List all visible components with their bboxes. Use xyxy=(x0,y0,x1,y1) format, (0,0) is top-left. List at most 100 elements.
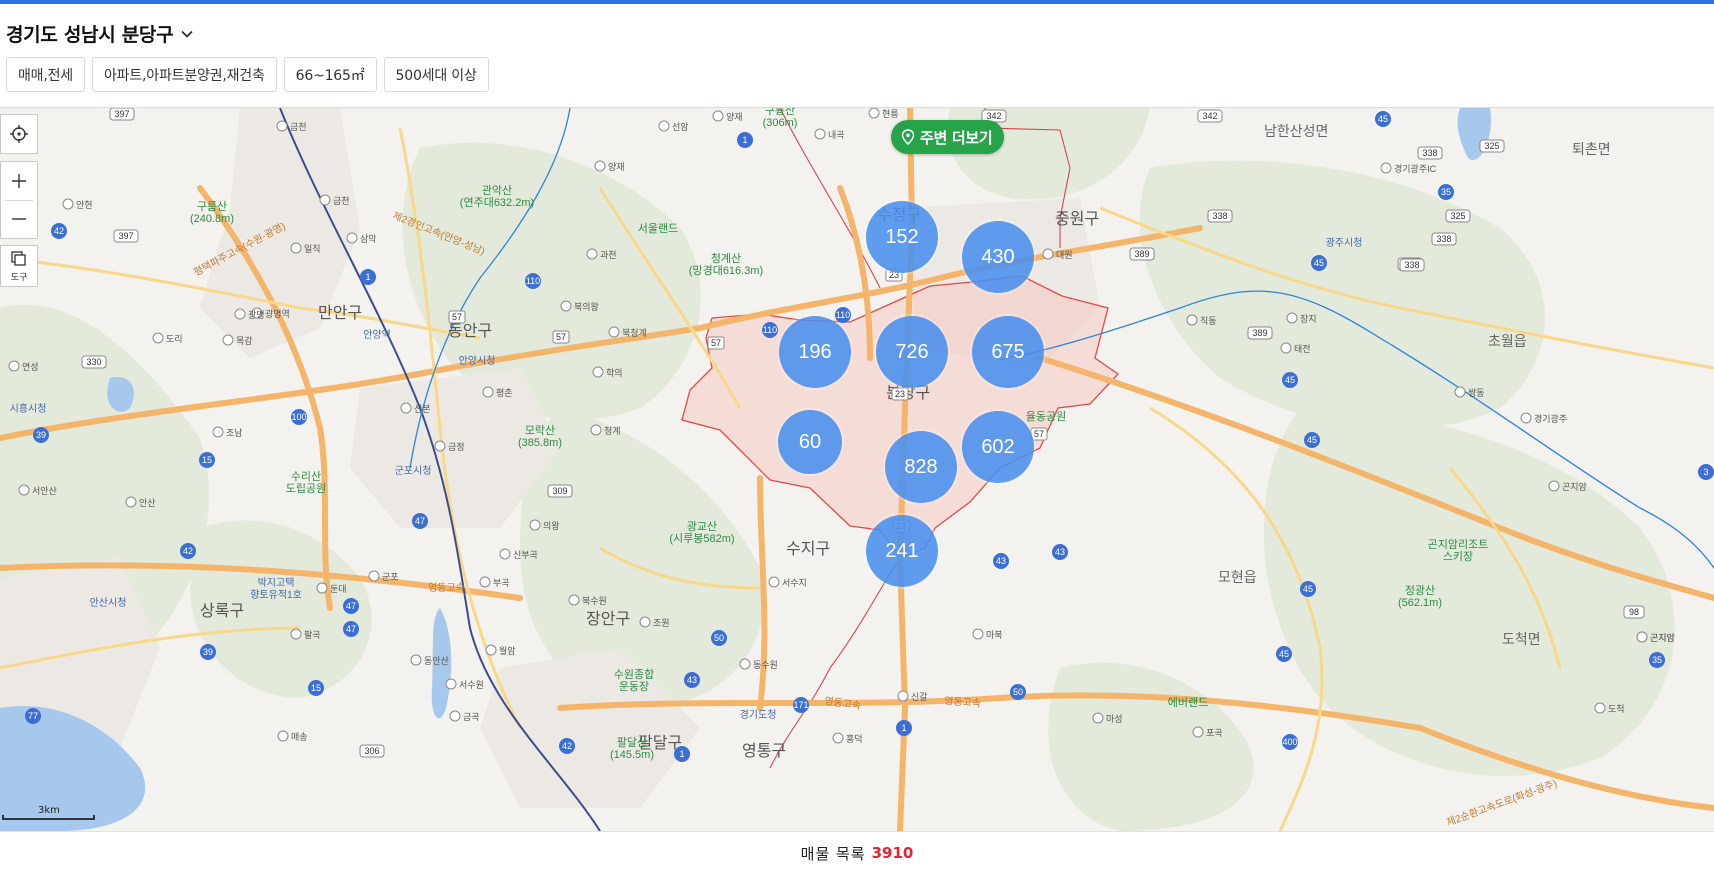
svg-text:신갈: 신갈 xyxy=(911,692,928,702)
svg-text:42: 42 xyxy=(562,741,572,751)
svg-text:110: 110 xyxy=(526,276,540,286)
cluster-marker[interactable]: 152 xyxy=(866,201,938,273)
map-base: 수정구 중원구 분당구 수지구 만안구 동안구 상록구 장안구 영통구 팔달구 … xyxy=(0,108,1714,831)
cluster-marker[interactable]: 60 xyxy=(778,410,842,474)
svg-text:50: 50 xyxy=(1013,687,1023,697)
svg-text:삼막: 삼막 xyxy=(360,234,377,244)
svg-text:110: 110 xyxy=(836,310,850,320)
cluster-count: 675 xyxy=(991,340,1025,363)
svg-text:곤지암: 곤지암 xyxy=(1562,481,1587,492)
office-label: 박지고택 xyxy=(258,577,295,589)
svg-text:직동: 직동 xyxy=(1200,316,1217,326)
park-label: 율동공원 xyxy=(1026,410,1066,423)
svg-text:연성: 연성 xyxy=(22,362,39,372)
svg-text:장지: 장지 xyxy=(1300,314,1317,324)
svg-text:흥덕: 흥덕 xyxy=(846,733,863,744)
svg-text:23: 23 xyxy=(895,389,905,399)
svg-text:금천: 금천 xyxy=(333,196,350,206)
svg-text:100: 100 xyxy=(291,412,306,422)
svg-text:330: 330 xyxy=(86,357,101,367)
cluster-marker[interactable]: 241 xyxy=(866,515,938,587)
filter-property-type[interactable]: 아파트,아파트분양권,재건축 xyxy=(91,57,277,92)
district-label: 중원구 xyxy=(1055,210,1099,228)
district-label: 영통구 xyxy=(742,742,786,760)
svg-text:부곡: 부곡 xyxy=(493,578,510,588)
locate-button[interactable] xyxy=(0,114,38,154)
svg-text:북청계: 북청계 xyxy=(622,327,647,338)
svg-text:도리: 도리 xyxy=(166,334,183,344)
district-label: 만안구 xyxy=(318,304,362,322)
layers-icon xyxy=(11,250,26,266)
svg-text:171: 171 xyxy=(793,700,808,710)
tools-label: 도구 xyxy=(10,272,28,283)
place-label: 수원종합 xyxy=(614,668,654,681)
svg-text:서수원: 서수원 xyxy=(459,680,484,690)
office-label: 안산시청 xyxy=(90,597,127,609)
svg-text:학의: 학의 xyxy=(606,368,623,378)
svg-text:금정: 금정 xyxy=(448,442,465,452)
nearby-more-button[interactable]: 주변 더보기 xyxy=(891,120,1005,154)
map-view[interactable]: 수정구 중원구 분당구 수지구 만안구 동안구 상록구 장안구 영통구 팔달구 … xyxy=(0,108,1714,831)
cluster-count: 828 xyxy=(904,455,938,478)
svg-text:동수원: 동수원 xyxy=(753,660,778,670)
svg-text:45: 45 xyxy=(1307,435,1317,445)
svg-text:57: 57 xyxy=(556,332,566,342)
minus-icon xyxy=(12,218,26,220)
map-scale: 3km xyxy=(2,805,95,820)
svg-text:98: 98 xyxy=(1629,607,1639,617)
svg-text:47: 47 xyxy=(346,624,356,634)
filter-households[interactable]: 500세대 이상 xyxy=(383,57,489,92)
svg-text:1: 1 xyxy=(742,135,747,145)
svg-text:신부곡: 신부곡 xyxy=(513,550,538,560)
svg-text:306: 306 xyxy=(364,746,379,756)
town-label: 모현읍 xyxy=(1218,569,1257,585)
mountain-label: (145.5m) xyxy=(610,749,654,761)
chevron-down-icon xyxy=(181,30,193,38)
cluster-count: 60 xyxy=(798,430,822,453)
svg-text:77: 77 xyxy=(28,711,38,721)
svg-text:15: 15 xyxy=(311,683,321,693)
tools-button[interactable]: 도구 xyxy=(0,245,38,287)
district-label: 장안구 xyxy=(586,610,630,628)
town-label: 도척면 xyxy=(1502,631,1541,647)
place-label: 곤지암리조트 xyxy=(1428,538,1489,551)
cluster-marker[interactable]: 726 xyxy=(876,316,948,388)
svg-text:42: 42 xyxy=(183,546,193,556)
svg-text:45: 45 xyxy=(1279,649,1289,659)
svg-text:325: 325 xyxy=(1450,211,1465,221)
zoom-in-button[interactable] xyxy=(1,162,37,200)
svg-text:선암: 선암 xyxy=(672,121,689,132)
zoom-out-button[interactable] xyxy=(1,200,37,238)
cluster-marker[interactable]: 430 xyxy=(962,221,1034,293)
svg-text:경기광주IC: 경기광주IC xyxy=(1394,163,1437,174)
mountain-label: 청계산 xyxy=(711,252,741,265)
svg-text:북수원: 북수원 xyxy=(582,596,607,606)
region-selector[interactable]: 경기도 성남시 분당구 xyxy=(6,20,194,47)
filter-trade-type[interactable]: 매매,전세 xyxy=(6,57,85,92)
svg-text:청계: 청계 xyxy=(604,425,621,436)
town-label: 초월읍 xyxy=(1488,333,1527,349)
cluster-marker[interactable]: 828 xyxy=(885,431,957,503)
cluster-marker[interactable]: 675 xyxy=(972,316,1044,388)
cluster-marker[interactable]: 602 xyxy=(962,411,1034,483)
office-label: 향토유적1호 xyxy=(250,589,302,601)
svg-text:338: 338 xyxy=(1404,260,1419,270)
svg-text:45: 45 xyxy=(1378,114,1388,124)
place-label: 서울랜드 xyxy=(638,222,678,235)
listing-label: 매물 목록 xyxy=(800,844,866,863)
svg-text:1: 1 xyxy=(901,723,906,733)
svg-text:397: 397 xyxy=(114,109,129,119)
svg-text:338: 338 xyxy=(1422,148,1437,158)
cluster-count: 602 xyxy=(981,435,1015,458)
svg-text:43: 43 xyxy=(1055,547,1065,557)
filter-area[interactable]: 66~165㎡ xyxy=(283,57,377,92)
cluster-marker[interactable]: 196 xyxy=(779,316,851,388)
plus-icon xyxy=(12,173,26,188)
svg-text:35: 35 xyxy=(1652,655,1662,665)
svg-text:15: 15 xyxy=(202,455,212,465)
svg-text:광명역: 광명역 xyxy=(265,308,290,319)
listing-footer-button[interactable]: 매물 목록 3910 xyxy=(0,831,1714,874)
road-label: 영동고속 xyxy=(824,695,862,712)
mountain-label: (385.8m) xyxy=(518,437,562,449)
mountain-label: 도립공원 xyxy=(286,482,326,495)
